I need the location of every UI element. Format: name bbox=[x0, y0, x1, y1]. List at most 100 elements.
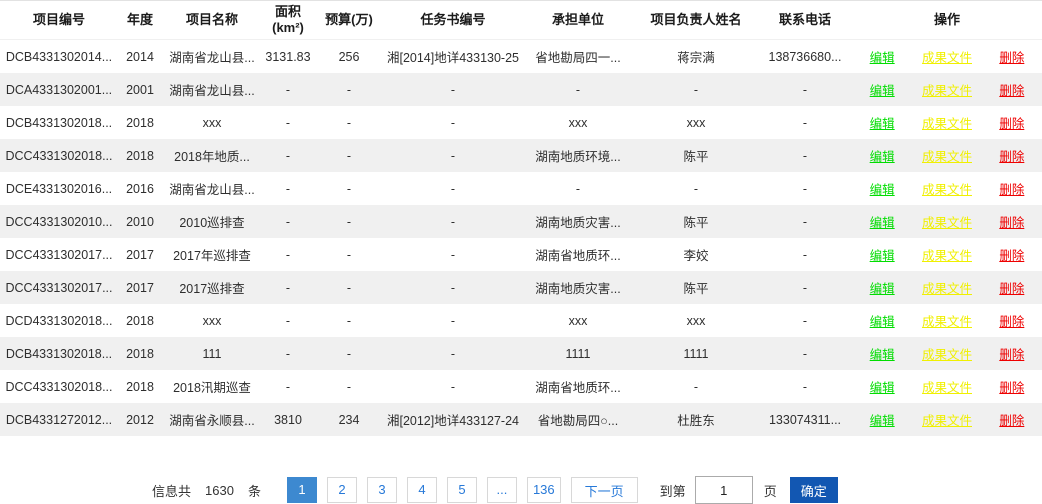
cell-budget: 234 bbox=[314, 403, 384, 436]
pagination-bar: 信息共 1630 条 12345...136 下一页 到第 页 确定 bbox=[152, 476, 1042, 504]
delete-link[interactable]: 删除 bbox=[999, 80, 1024, 99]
cell-name: xxx bbox=[162, 106, 262, 139]
cell-unit: 湖南地质环境... bbox=[522, 139, 634, 172]
cell-leader: 杜胜东 bbox=[634, 403, 758, 436]
page-button-ellipsis[interactable]: ... bbox=[487, 477, 517, 503]
page-button-3[interactable]: 3 bbox=[367, 477, 397, 503]
cell-leader: 李姣 bbox=[634, 238, 758, 271]
cell-area: 3131.83 bbox=[262, 40, 314, 74]
delete-link[interactable]: 删除 bbox=[999, 47, 1024, 66]
edit-link[interactable]: 编辑 bbox=[870, 245, 895, 264]
edit-link[interactable]: 编辑 bbox=[870, 410, 895, 429]
table-body: DCB4331302014...2014湖南省龙山县...3131.83256湘… bbox=[0, 40, 1042, 437]
cell-year: 2001 bbox=[118, 73, 162, 106]
delete-link[interactable]: 删除 bbox=[999, 377, 1024, 396]
table-header-row: 项目编号年度项目名称面积 (km²)预算(万)任务书编号承担单位项目负责人姓名联… bbox=[0, 1, 1042, 40]
cell-task-no: - bbox=[384, 370, 522, 403]
cell-unit: 湖南省地质环... bbox=[522, 370, 634, 403]
cell-name: 2017年巡排查 bbox=[162, 238, 262, 271]
edit-link[interactable]: 编辑 bbox=[870, 311, 895, 330]
confirm-button[interactable]: 确定 bbox=[790, 477, 838, 503]
edit-link[interactable]: 编辑 bbox=[870, 179, 895, 198]
edit-link[interactable]: 编辑 bbox=[870, 47, 895, 66]
cell-budget: - bbox=[314, 106, 384, 139]
next-page-button[interactable]: 下一页 bbox=[571, 477, 638, 503]
results-file-link[interactable]: 成果文件 bbox=[922, 179, 972, 198]
edit-link[interactable]: 编辑 bbox=[870, 113, 895, 132]
results-file-link[interactable]: 成果文件 bbox=[922, 245, 972, 264]
table-row: DCB4331302018...2018xxx---xxxxxx-编辑成果文件删… bbox=[0, 106, 1042, 139]
cell-task-no: 湘[2014]地详433130-25 bbox=[384, 40, 522, 74]
cell-leader: - bbox=[634, 370, 758, 403]
edit-link[interactable]: 编辑 bbox=[870, 278, 895, 297]
cell-name: 2017巡排查 bbox=[162, 271, 262, 304]
cell-name: 湖南省永顺县... bbox=[162, 403, 262, 436]
actions-wrap: 编辑 成果文件 删除 bbox=[856, 146, 1038, 165]
page-button-4[interactable]: 4 bbox=[407, 477, 437, 503]
actions-wrap: 编辑 成果文件 删除 bbox=[856, 410, 1038, 429]
edit-link[interactable]: 编辑 bbox=[870, 146, 895, 165]
delete-link[interactable]: 删除 bbox=[999, 344, 1024, 363]
cell-leader: - bbox=[634, 73, 758, 106]
page-button-2[interactable]: 2 bbox=[327, 477, 357, 503]
edit-link[interactable]: 编辑 bbox=[870, 212, 895, 231]
cell-year: 2012 bbox=[118, 403, 162, 436]
table-row: DCA4331302001...2001湖南省龙山县...------编辑成果文… bbox=[0, 73, 1042, 106]
cell-phone: 138736680... bbox=[758, 40, 852, 74]
column-header-year: 年度 bbox=[118, 1, 162, 40]
cell-code: DCB4331272012... bbox=[0, 403, 118, 436]
results-file-link[interactable]: 成果文件 bbox=[922, 47, 972, 66]
delete-link[interactable]: 删除 bbox=[999, 245, 1024, 264]
results-file-link[interactable]: 成果文件 bbox=[922, 311, 972, 330]
results-file-link[interactable]: 成果文件 bbox=[922, 377, 972, 396]
cell-area: - bbox=[262, 205, 314, 238]
cell-area: - bbox=[262, 271, 314, 304]
delete-link[interactable]: 删除 bbox=[999, 146, 1024, 165]
cell-task-no: - bbox=[384, 73, 522, 106]
cell-actions: 编辑 成果文件 删除 bbox=[852, 40, 1042, 74]
goto-page-input[interactable] bbox=[695, 476, 753, 504]
cell-phone: - bbox=[758, 370, 852, 403]
delete-link[interactable]: 删除 bbox=[999, 278, 1024, 297]
edit-link[interactable]: 编辑 bbox=[870, 377, 895, 396]
goto-label-prefix: 到第 bbox=[660, 481, 686, 500]
goto-label-suffix: 页 bbox=[764, 481, 777, 500]
cell-actions: 编辑 成果文件 删除 bbox=[852, 73, 1042, 106]
page-button-1[interactable]: 1 bbox=[287, 477, 317, 503]
cell-leader: 陈平 bbox=[634, 205, 758, 238]
column-header-name: 项目名称 bbox=[162, 1, 262, 40]
results-file-link[interactable]: 成果文件 bbox=[922, 146, 972, 165]
delete-link[interactable]: 删除 bbox=[999, 212, 1024, 231]
results-file-link[interactable]: 成果文件 bbox=[922, 80, 972, 99]
delete-link[interactable]: 删除 bbox=[999, 113, 1024, 132]
table-row: DCB4331302018...2018111---11111111-编辑成果文… bbox=[0, 337, 1042, 370]
edit-link[interactable]: 编辑 bbox=[870, 80, 895, 99]
page-button-5[interactable]: 5 bbox=[447, 477, 477, 503]
cell-year: 2010 bbox=[118, 205, 162, 238]
results-file-link[interactable]: 成果文件 bbox=[922, 278, 972, 297]
delete-link[interactable]: 删除 bbox=[999, 410, 1024, 429]
cell-code: DCB4331302018... bbox=[0, 337, 118, 370]
page-button-136[interactable]: 136 bbox=[527, 477, 561, 503]
table-row: DCB4331272012...2012湖南省永顺县...3810234湘[20… bbox=[0, 403, 1042, 436]
cell-area: - bbox=[262, 337, 314, 370]
cell-phone: - bbox=[758, 172, 852, 205]
actions-wrap: 编辑 成果文件 删除 bbox=[856, 311, 1038, 330]
cell-code: DCC4331302017... bbox=[0, 271, 118, 304]
cell-budget: - bbox=[314, 205, 384, 238]
results-file-link[interactable]: 成果文件 bbox=[922, 113, 972, 132]
table-row: DCD4331302018...2018xxx---xxxxxx-编辑成果文件删… bbox=[0, 304, 1042, 337]
cell-budget: - bbox=[314, 271, 384, 304]
cell-leader: - bbox=[634, 172, 758, 205]
results-file-link[interactable]: 成果文件 bbox=[922, 212, 972, 231]
delete-link[interactable]: 删除 bbox=[999, 179, 1024, 198]
results-file-link[interactable]: 成果文件 bbox=[922, 344, 972, 363]
cell-area: - bbox=[262, 238, 314, 271]
results-file-link[interactable]: 成果文件 bbox=[922, 410, 972, 429]
cell-code: DCB4331302018... bbox=[0, 106, 118, 139]
edit-link[interactable]: 编辑 bbox=[870, 344, 895, 363]
delete-link[interactable]: 删除 bbox=[999, 311, 1024, 330]
cell-leader: 陈平 bbox=[634, 271, 758, 304]
cell-code: DCB4331302014... bbox=[0, 40, 118, 74]
cell-budget: - bbox=[314, 304, 384, 337]
